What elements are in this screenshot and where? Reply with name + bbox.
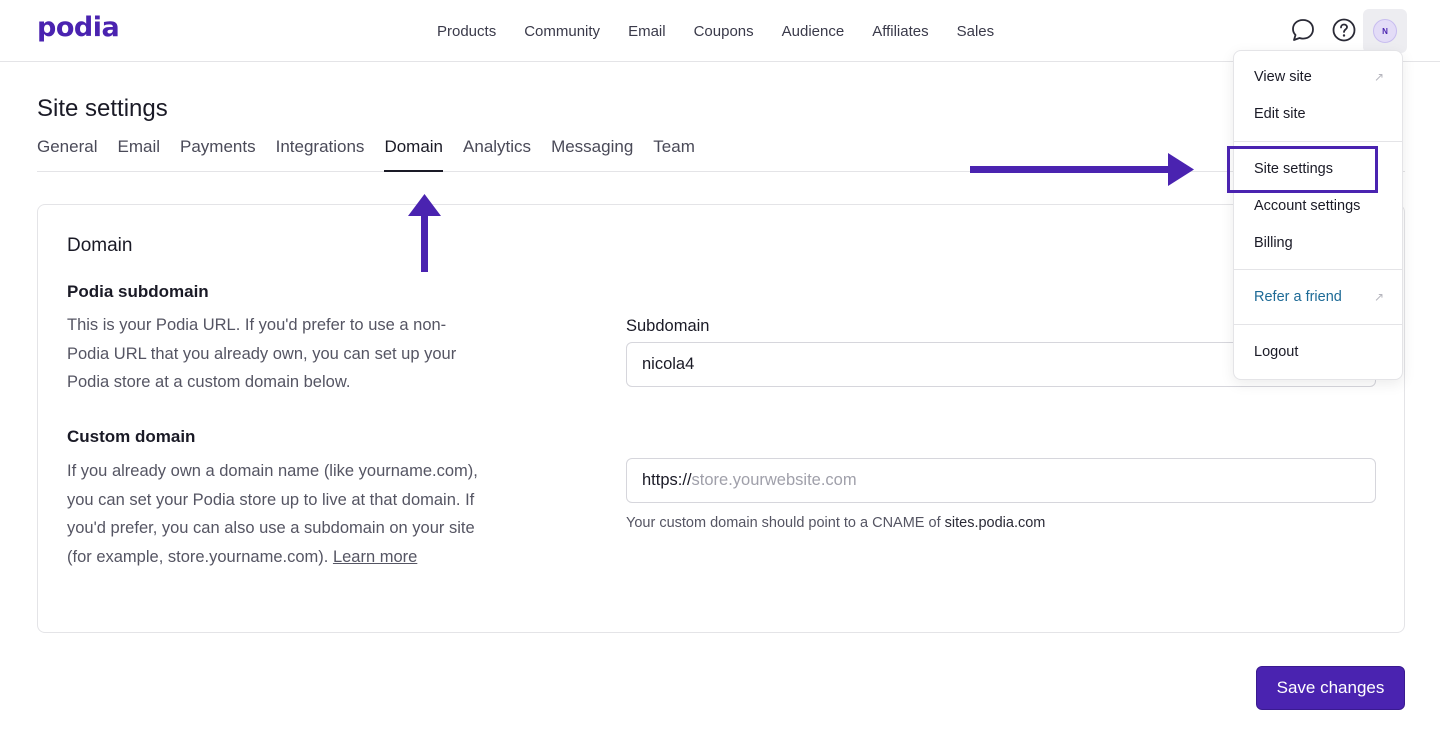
menu-logout[interactable]: Logout [1254,344,1298,360]
right-arrow-annotation [970,153,1194,186]
custom-domain-placeholder: store.yourwebsite.com [691,471,857,489]
external-link-icon: ↗ [1373,290,1384,304]
custom-domain-heading: Custom domain [67,427,196,446]
save-changes-button[interactable]: Save changes [1256,666,1405,710]
site-settings-highlight [1227,146,1378,193]
card-title: Domain [67,235,133,256]
custom-domain-input[interactable]: https://store.yourwebsite.com [626,458,1376,503]
menu-edit-site[interactable]: Edit site [1254,106,1306,122]
up-arrow-annotation [408,194,441,272]
account-dropdown: View site ↗ Edit site Site settings Acco… [1233,50,1403,380]
nav-community[interactable]: Community [510,23,614,40]
cname-hint: Your custom domain should point to a CNA… [626,515,1045,531]
main-nav: Products Community Email Coupons Audienc… [423,0,1008,62]
menu-billing[interactable]: Billing [1254,235,1293,251]
domain-card: Domain Podia subdomain This is your Podi… [37,204,1405,633]
tab-analytics[interactable]: Analytics [463,128,531,172]
tab-integrations[interactable]: Integrations [276,128,365,172]
tab-general[interactable]: General [37,128,97,172]
chat-bubble-icon[interactable] [1290,17,1316,43]
learn-more-link[interactable]: Learn more [333,548,417,566]
tab-messaging[interactable]: Messaging [551,128,633,172]
settings-tabs: General Email Payments Integrations Doma… [37,128,1405,172]
menu-account-settings[interactable]: Account settings [1254,198,1360,214]
custom-domain-description: If you already own a domain name (like y… [67,457,487,571]
tab-team[interactable]: Team [653,128,695,172]
nav-coupons[interactable]: Coupons [680,23,768,40]
podia-logo[interactable]: podia [37,12,120,43]
top-navbar: podia Products Community Email Coupons A… [0,0,1440,62]
tab-domain[interactable]: Domain [384,128,444,172]
nav-products[interactable]: Products [423,23,510,40]
subdomain-value: nicola4 [642,355,695,373]
tab-payments[interactable]: Payments [180,128,256,172]
nav-affiliates[interactable]: Affiliates [858,23,942,40]
menu-view-site[interactable]: View site [1254,69,1312,85]
menu-divider [1234,141,1402,142]
nav-audience[interactable]: Audience [768,23,859,40]
subdomain-heading: Podia subdomain [67,282,209,301]
tab-email[interactable]: Email [117,128,160,172]
avatar: N [1373,19,1397,43]
account-menu-button[interactable]: N [1363,9,1407,53]
menu-refer-friend[interactable]: Refer a friend [1254,289,1342,305]
external-link-icon: ↗ [1373,70,1384,84]
question-circle-icon[interactable] [1331,17,1357,43]
page-title: Site settings [37,95,168,122]
subdomain-description: This is your Podia URL. If you'd prefer … [67,316,457,392]
nav-email[interactable]: Email [614,23,680,40]
url-prefix: https:// [642,471,692,489]
cname-domain: sites.podia.com [944,515,1046,531]
nav-sales[interactable]: Sales [943,23,1009,40]
menu-divider [1234,269,1402,270]
cname-hint-text: Your custom domain should point to a CNA… [626,515,941,531]
menu-divider [1234,324,1402,325]
subdomain-label: Subdomain [626,317,710,335]
